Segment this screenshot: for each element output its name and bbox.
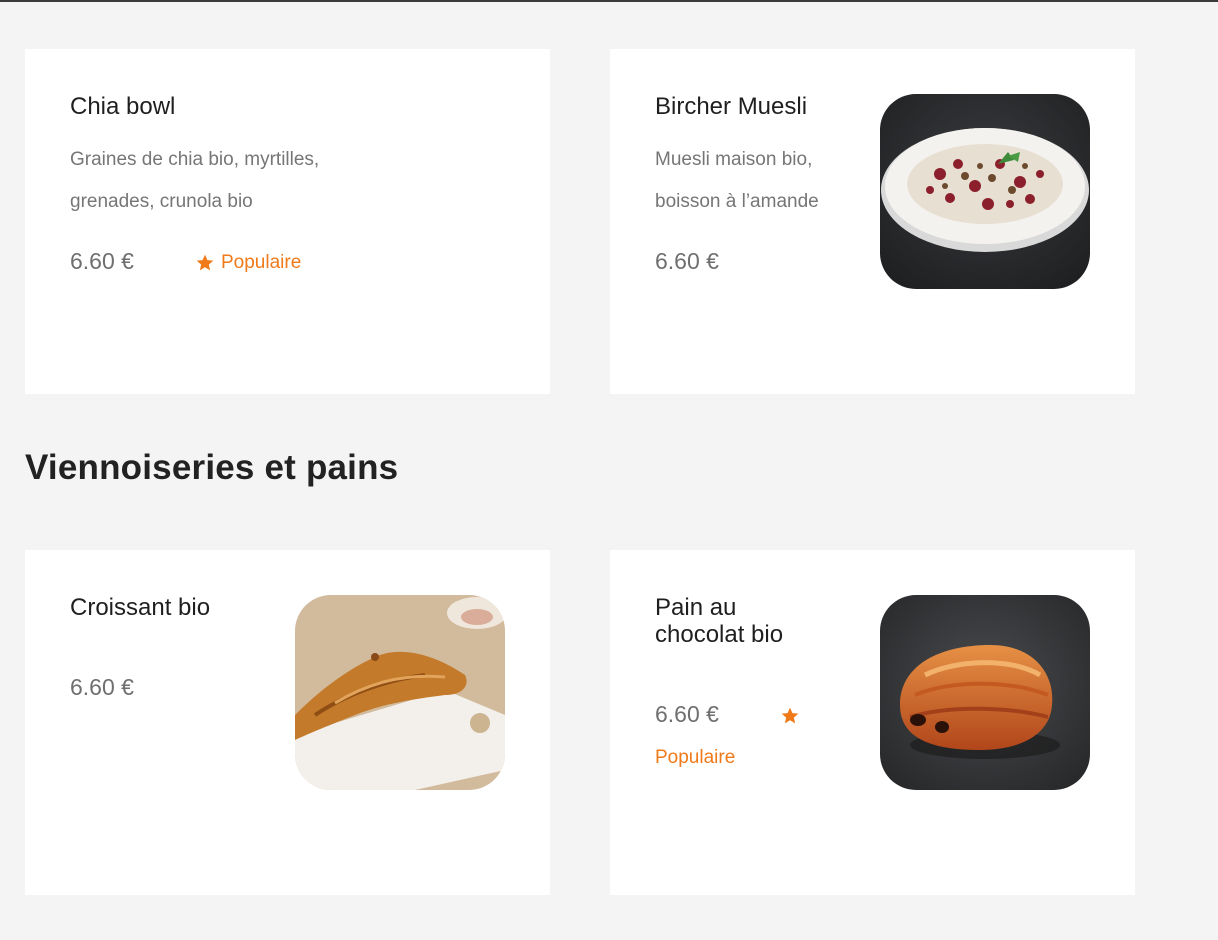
menu-item-card-bircher-muesli[interactable]: Bircher Muesli Muesli maison bio, boisso… [610,49,1135,394]
popular-badge: Populaire [195,252,301,274]
croissant-image[interactable] [295,595,505,790]
item-price: 6.60 € [655,701,719,727]
item-title: Croissant bio [70,594,211,621]
item-description-line: Muesli maison bio, [655,149,813,170]
item-description: Graines de chia bio, myrtilles, grenades… [70,139,319,223]
popular-badge: Populaire [655,747,735,769]
item-description: Muesli maison bio, boisson à l’amande [655,139,819,223]
item-title: Chia bowl [70,93,176,120]
item-price: 6.60 € [70,248,134,274]
item-title: Pain au chocolat bio [655,594,783,648]
item-price: 6.60 € [655,248,719,274]
item-description-line: grenades, crunola bio [70,191,253,212]
muesli-bowl-image[interactable] [880,94,1090,289]
popular-label: Populaire [221,252,302,273]
item-description-line: boisson à l’amande [655,191,819,212]
item-title: Bircher Muesli [655,93,808,120]
window-top-border [0,0,1218,2]
popular-label: Populaire [655,747,736,768]
item-description-line: Graines de chia bio, myrtilles, [70,149,320,170]
item-price: 6.60 € [70,674,134,700]
item-title-line: chocolat bio [655,621,784,648]
item-title-line: Pain au [655,594,737,621]
star-icon [781,707,799,724]
section-heading: Viennoiseries et pains [25,448,399,487]
star-icon [196,254,214,271]
pain-au-chocolat-image[interactable] [880,595,1090,790]
menu-item-card-chia-bowl[interactable]: Chia bowl Graines de chia bio, myrtilles… [25,49,550,394]
menu-item-card-croissant-bio[interactable]: Croissant bio 6.60 € [25,550,550,895]
menu-item-card-pain-au-chocolat-bio[interactable]: Pain au chocolat bio 6.60 € Populaire [610,550,1135,895]
